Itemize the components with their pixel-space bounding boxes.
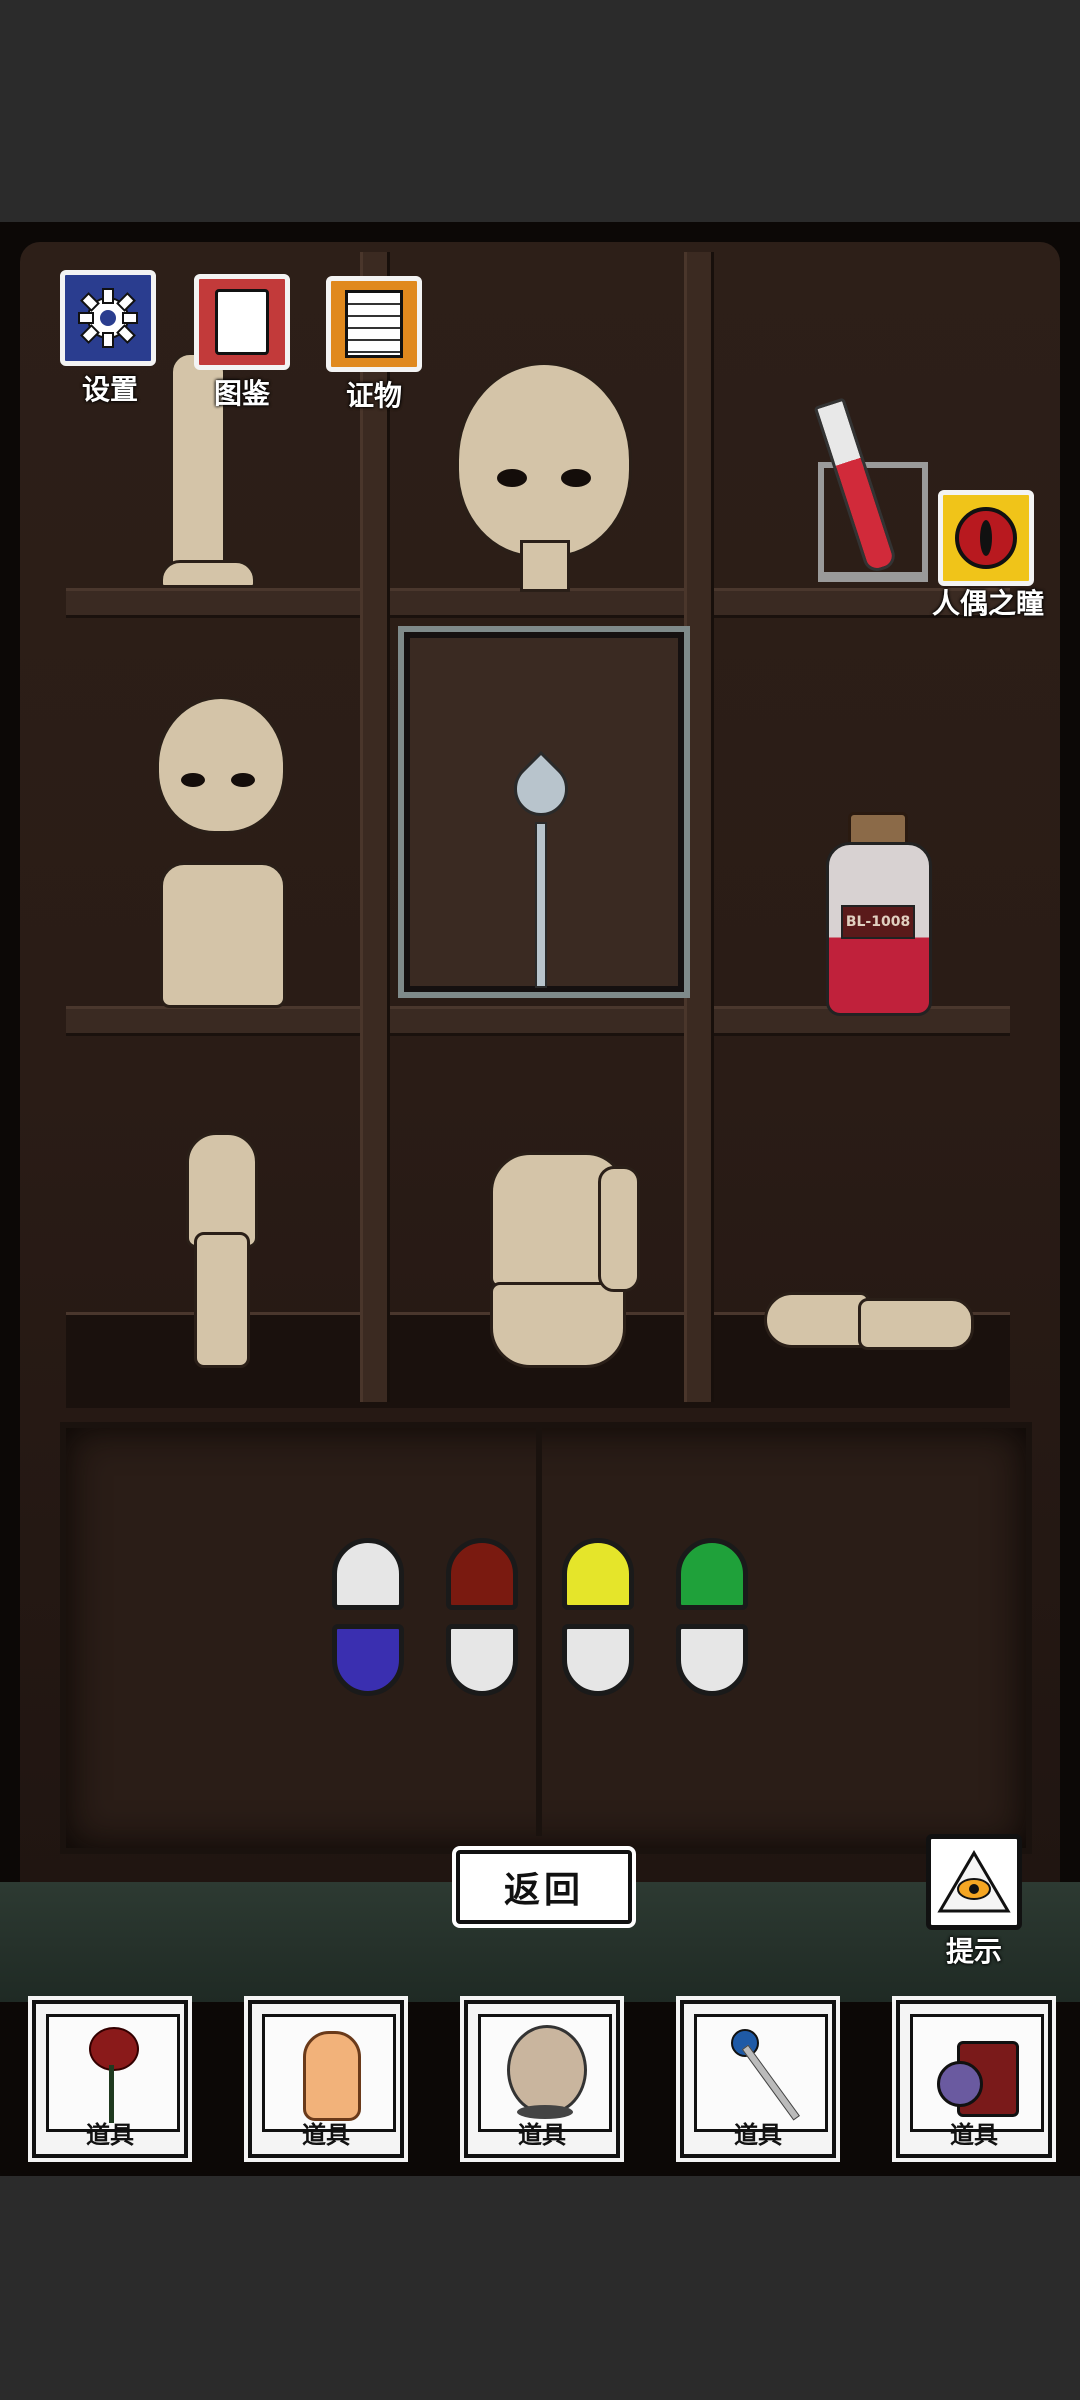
doll-hips [490,1282,626,1368]
doll-bust-head[interactable] [156,696,286,834]
inventory-slot-3[interactable]: 道具 [464,2000,620,2158]
slot-label: 道具 [518,2121,566,2149]
eye-icon [955,507,1017,569]
doll-raised-hand[interactable] [186,1132,258,1248]
needle-slot [535,822,547,988]
pill-bottom-2[interactable] [446,1624,518,1696]
pill-bottom-3[interactable] [562,1624,634,1696]
notepad-icon [345,290,403,358]
top-bar [0,0,1080,222]
gear-icon [78,288,138,348]
slot-label: 道具 [86,2121,134,2149]
rose-icon [89,2027,139,2071]
slot-label: 道具 [734,2121,782,2149]
palm-hand-icon [303,2031,361,2121]
pill-top-4[interactable] [676,1538,748,1610]
hint-label: 提示 [945,1935,1002,1968]
display-frame[interactable] [398,626,690,998]
doll-head[interactable] [456,362,632,558]
doll-lying-hand[interactable] [764,1292,870,1348]
doll-forearm [194,1232,250,1368]
settings-label: 设置 [81,373,138,406]
bottom-bar [0,2176,1080,2400]
evidence-button[interactable] [326,276,422,372]
eye-pyramid-icon [937,1850,1011,1913]
back-button[interactable]: 返回 [456,1850,632,1924]
evidence-label: 证物 [345,379,402,412]
doll-head-icon [507,2025,587,2115]
inventory-slot-5[interactable]: 道具 [896,2000,1052,2158]
pill-top-2[interactable] [446,1538,518,1610]
drawer-panel [60,1422,1032,1854]
pill-top-1[interactable] [332,1538,404,1610]
doll-lying-forearm [858,1298,974,1350]
book-icon [215,289,269,355]
doll-arm [598,1166,640,1292]
hint-button[interactable] [926,1834,1022,1930]
inventory-slot-4[interactable]: 道具 [680,2000,836,2158]
doll-eye-label: 人偶之瞳 [931,587,1044,620]
inventory-slot-2[interactable]: 道具 [248,2000,404,2158]
shelf-top [66,588,1010,618]
settings-button[interactable] [60,270,156,366]
pill-bottom-4[interactable] [676,1624,748,1696]
encyclopedia-label: 图鉴 [213,377,270,410]
droplet-icon [502,750,580,828]
slot-label: 道具 [950,2121,998,2149]
encyclopedia-button[interactable] [194,274,290,370]
bottle-label: BL-1008 [841,905,915,939]
game-scene: 人偶之瞳 BL-1008 设置 图鉴 证物 返回 提示 道具 道具 道具 道具 … [0,222,1080,2176]
doll-eye-button[interactable] [938,490,1034,586]
doll-torso [160,862,286,1008]
divider-left [360,252,390,1402]
doll-foot [160,560,256,588]
slot-label: 道具 [302,2121,350,2149]
doll-neck [520,540,570,592]
pill-top-3[interactable] [562,1538,634,1610]
needle-icon [741,2044,800,2121]
drawer-split [536,1428,542,1836]
pill-bottom-1[interactable] [332,1624,404,1696]
inventory-slot-1[interactable]: 道具 [32,2000,188,2158]
potion-bottle[interactable]: BL-1008 [826,842,932,1016]
